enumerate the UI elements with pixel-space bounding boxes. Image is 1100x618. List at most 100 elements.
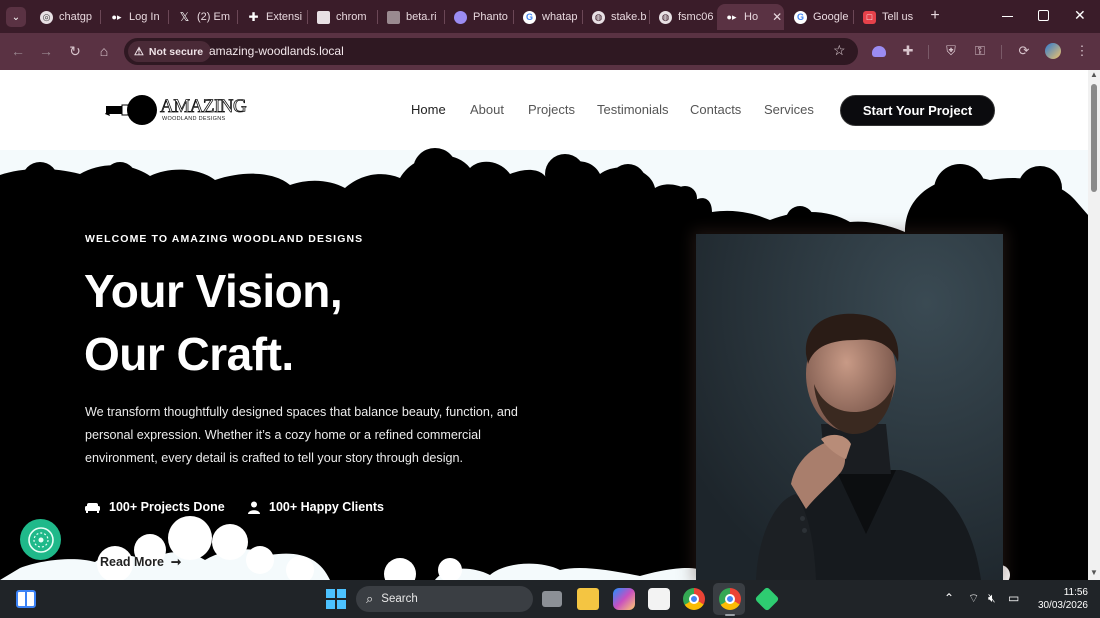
tab-stake[interactable]: ◍ stake.b (584, 4, 648, 30)
home-button[interactable]: ⌂ (94, 41, 114, 61)
hero-headline: Your Vision, Our Craft. (84, 260, 343, 386)
home-icon: ●▸ (726, 11, 737, 22)
incognito-extension-icon[interactable]: ⛨ (942, 42, 960, 60)
avatar[interactable] (1044, 42, 1062, 60)
stat-projects: 100+ Projects Done (85, 500, 225, 514)
tab-fsmc[interactable]: ◍ fsmc06 (651, 4, 715, 30)
tab-beta[interactable]: beta.ri (379, 4, 443, 30)
site-logo[interactable]: AMAZING WOODLAND DESIGNS (104, 94, 247, 128)
logo-wordmark: AMAZING (160, 96, 248, 118)
tab-google[interactable]: G Google (786, 4, 852, 30)
hero-portrait-image (696, 234, 1003, 580)
taskbar-search[interactable]: ⌕ Search (356, 586, 533, 612)
extensions-icon[interactable]: ✚ (899, 42, 917, 60)
nav-contacts[interactable]: Contacts (690, 102, 741, 117)
site-icon (387, 10, 400, 24)
browser-tab-strip: ⌄ ◎ chatgp ●▸ Log In 𝕏 (2) Em ✚ Extensi … (0, 0, 1100, 33)
read-more-link[interactable]: Read More ➞ (100, 554, 182, 570)
clock-date: 30/03/2026 (1037, 600, 1088, 611)
wifi-icon[interactable]: ⌔ (968, 591, 979, 606)
scroll-down-icon[interactable]: ▼ (1090, 568, 1098, 577)
reload-button[interactable]: ↻ (65, 41, 85, 61)
bookmark-star-icon[interactable]: ☆ (833, 42, 846, 59)
windows-start-icon[interactable] (326, 589, 346, 609)
new-tab-button[interactable]: + (926, 7, 944, 25)
chat-widget-button[interactable] (20, 519, 61, 560)
phantom-icon (454, 10, 467, 24)
close-icon[interactable]: ✕ (772, 10, 782, 24)
browser-toolbar: ← → ↻ ⌂ ⚠ Not secure amazing-woodlands.l… (0, 33, 1100, 70)
task-view-icon[interactable] (542, 591, 562, 607)
login-icon: ●▸ (111, 11, 122, 22)
home-icon: ⌂ (99, 43, 109, 59)
globe-icon: ◍ (659, 10, 672, 24)
forward-button[interactable]: → (36, 41, 56, 61)
windows-taskbar: ⌕ Search ⌃ ⌔ 🔇︎ ▭ 11:56 30/03/2026 (0, 580, 1100, 618)
volume-muted-icon[interactable]: 🔇︎ (988, 591, 996, 606)
portrait-illustration (696, 234, 1003, 580)
widgets-icon[interactable] (16, 590, 36, 608)
chevron-up-icon[interactable]: ⌃ (944, 591, 954, 605)
stat-clients: 100+ Happy Clients (248, 500, 384, 514)
file-explorer-icon[interactable] (577, 588, 599, 610)
user-icon (248, 501, 260, 514)
globe-icon: ◍ (592, 10, 605, 24)
x-icon: 𝕏 (179, 10, 190, 24)
chrome-profile-icon[interactable] (719, 588, 741, 610)
sync-icon[interactable]: ⟳ (1015, 42, 1033, 60)
chrome-icon[interactable] (683, 588, 705, 610)
logo-subtext: WOODLAND DESIGNS (162, 116, 226, 122)
store-icon[interactable] (648, 588, 670, 610)
key-extension-icon[interactable]: ⚿ (971, 42, 989, 60)
tab-x[interactable]: 𝕏 (2) Em (170, 4, 236, 30)
warning-icon: ⚠ (134, 46, 144, 58)
copilot-icon[interactable] (613, 588, 635, 610)
extensions-icon: ✚ (248, 10, 259, 24)
tab-chatgpt[interactable]: ◎ chatgp (32, 4, 98, 30)
headline-line-1: Your Vision, (84, 265, 343, 317)
chat-bot-icon (27, 526, 54, 553)
nav-services[interactable]: Services (764, 102, 814, 117)
system-clock[interactable]: 11:56 30/03/2026 (1032, 586, 1088, 612)
chevron-down-icon: ⌄ (11, 11, 21, 23)
tab-chrome-page[interactable]: chrom (309, 4, 376, 30)
arrow-left-icon: ← (11, 43, 25, 59)
page-scrollbar[interactable]: ▲ ▼ (1088, 70, 1100, 580)
restore-button[interactable] (1038, 10, 1049, 21)
close-icon: ✕ (1074, 7, 1086, 23)
url-text[interactable]: amazing-woodlands.local (209, 44, 344, 58)
arrow-right-icon: ➞ (170, 555, 182, 569)
tab-whatsapp-search[interactable]: G whatap (515, 4, 581, 30)
scroll-up-icon[interactable]: ▲ (1090, 70, 1098, 79)
site-info-chip[interactable]: ⚠ Not secure (128, 41, 212, 62)
phantom-extension-icon[interactable] (870, 42, 888, 60)
nav-about[interactable]: About (470, 102, 504, 117)
logo-emblem-icon (105, 95, 157, 125)
arrow-right-icon: → (39, 43, 53, 59)
tab-phantom[interactable]: Phanto (446, 4, 512, 30)
close-window-button[interactable]: ✕ (1074, 7, 1086, 24)
minimize-button[interactable] (1001, 9, 1015, 23)
chrome-page-icon (317, 10, 330, 24)
battery-icon[interactable]: ▭ (1008, 591, 1019, 605)
nav-projects[interactable]: Projects (528, 102, 575, 117)
app-diamond-icon[interactable] (754, 586, 780, 612)
google-icon: G (794, 10, 807, 24)
tab-extensions[interactable]: ✚ Extensi (239, 4, 306, 30)
tab-tell-us[interactable]: □ Tell us (855, 4, 921, 30)
tab-search-button[interactable]: ⌄ (6, 7, 26, 27)
start-project-button[interactable]: Start Your Project (840, 95, 995, 126)
couch-icon (85, 502, 100, 513)
back-button[interactable]: ← (8, 41, 28, 61)
tab-login[interactable]: ●▸ Log In (102, 4, 166, 30)
menu-icon[interactable]: ⋮ (1073, 42, 1091, 60)
address-bar[interactable]: ⚠ Not secure amazing-woodlands.local ☆ (124, 38, 858, 65)
tab-home-active[interactable]: ●▸ Ho ✕ (717, 4, 784, 30)
plus-icon: + (930, 7, 940, 24)
minimize-icon (1002, 16, 1013, 17)
nav-testimonials[interactable]: Testimonials (597, 102, 669, 117)
chatgpt-icon: ◎ (40, 10, 53, 24)
nav-home[interactable]: Home (411, 102, 446, 117)
google-icon: G (523, 10, 536, 24)
scrollbar-thumb[interactable] (1091, 84, 1097, 192)
